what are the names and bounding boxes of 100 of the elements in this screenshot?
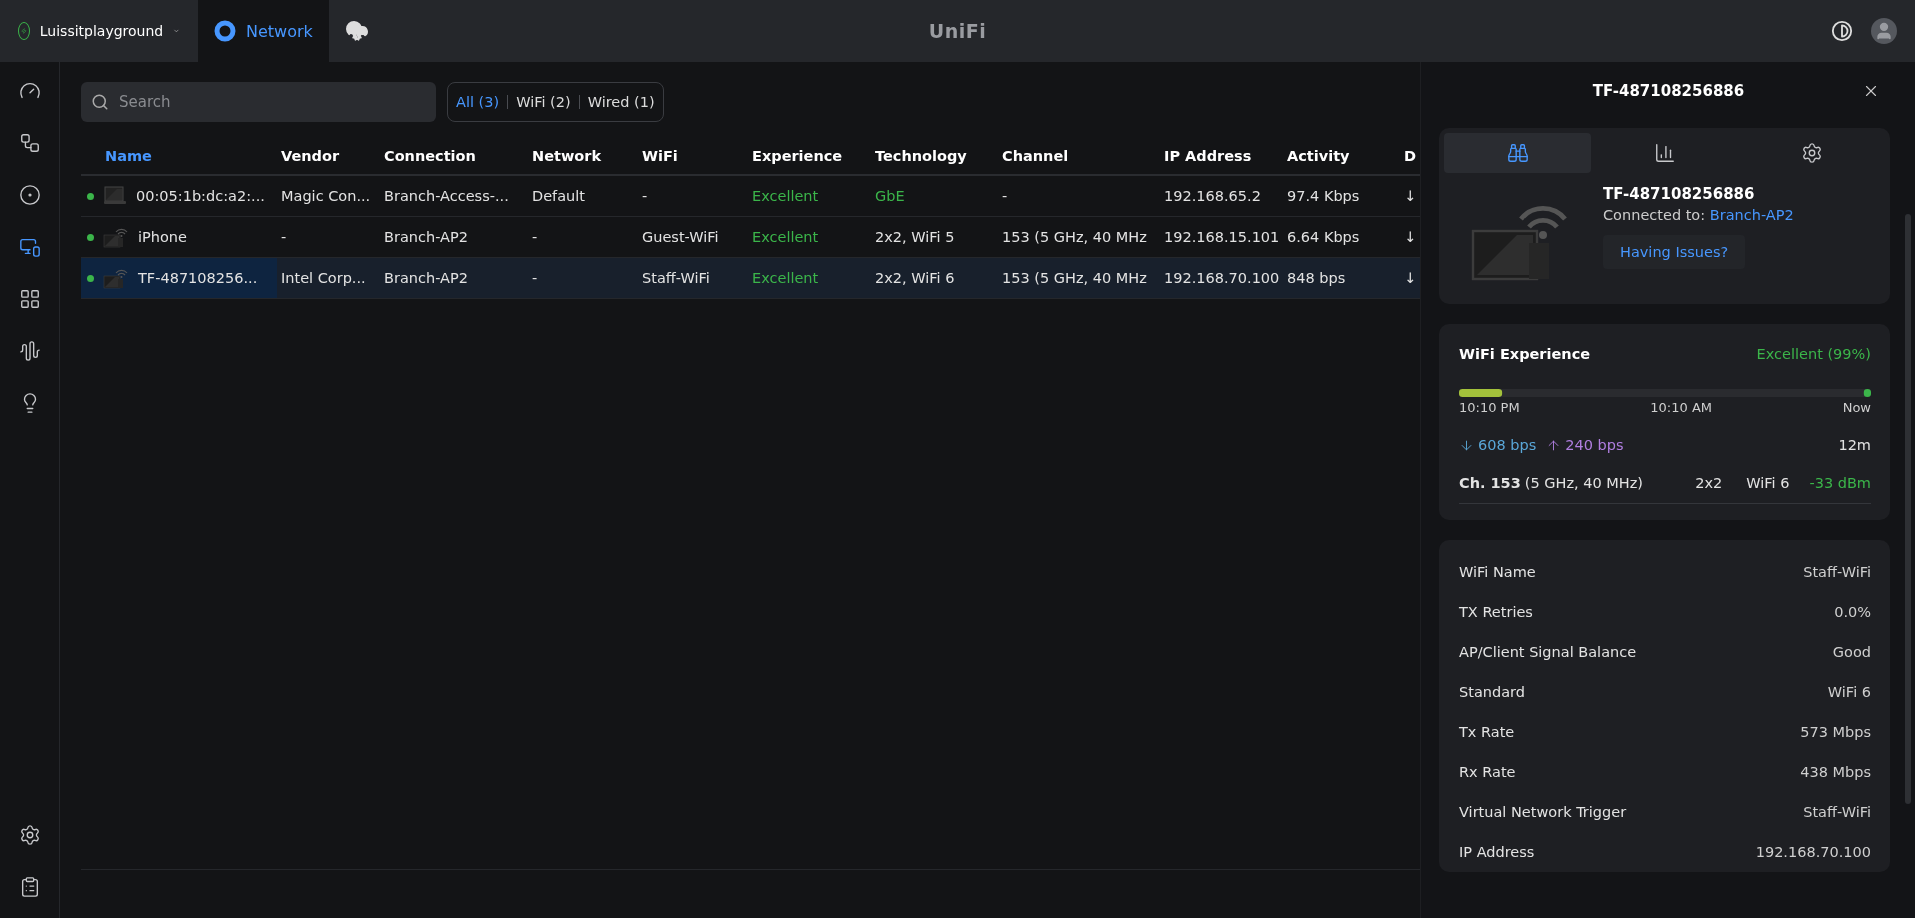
column-header[interactable]: IP Address: [1160, 148, 1283, 164]
table-cell: 97.4 Kbps: [1287, 188, 1360, 204]
detail-label: AP/Client Signal Balance: [1459, 644, 1637, 660]
table-cell: Default: [532, 188, 585, 204]
detail-value: Staff-WiFi: [1803, 564, 1871, 580]
contrast-icon[interactable]: [1831, 20, 1853, 42]
tablet-wifi-icon: [103, 267, 129, 289]
detail-label: Rx Rate: [1459, 764, 1516, 780]
connected-label: Connected to:: [1603, 207, 1706, 223]
table-cell: 2x2, WiFi 5: [875, 229, 955, 245]
stream-info: 2x2: [1695, 475, 1723, 491]
table-cell: Branch-AP2: [384, 229, 468, 245]
detail-value: 0.0%: [1834, 604, 1871, 620]
detail-value: WiFi 6: [1827, 684, 1871, 700]
column-header[interactable]: Technology: [871, 148, 998, 164]
column-header[interactable]: WiFi: [638, 148, 748, 164]
table-cell: Branch-Access-...: [384, 188, 509, 204]
table-cell: Intel Corp...: [281, 270, 366, 286]
table-cell: Staff-WiFi: [642, 270, 710, 286]
time-label: 10:10 AM: [1650, 400, 1713, 415]
table-cell: 192.168.70.100: [1164, 270, 1280, 286]
channel-info: Ch. 153 (5 GHz, 40 MHz): [1459, 475, 1643, 491]
experience-rating: Excellent (99%): [1756, 346, 1871, 362]
network-app-tab[interactable]: Network: [198, 0, 329, 62]
filter-tab[interactable]: Wired (1): [587, 94, 655, 110]
site-name[interactable]: Luissitplayground: [39, 23, 164, 39]
column-header[interactable]: Channel: [998, 148, 1160, 164]
detail-value: Staff-WiFi: [1803, 804, 1871, 820]
detail-label: Standard: [1459, 684, 1525, 700]
table-cell: 153 (5 GHz, 40 MHz: [1002, 229, 1147, 245]
column-header[interactable]: D: [1400, 148, 1420, 164]
search-field[interactable]: Search: [81, 82, 436, 122]
detail-label: Tx Rate: [1459, 724, 1515, 740]
table-cell: -: [532, 270, 538, 286]
grid-icon: [18, 288, 41, 310]
table-cell: GbE: [875, 188, 905, 204]
settings-icon: [1800, 142, 1823, 164]
search-icon: [91, 93, 109, 111]
table-cell: ↓: [1404, 270, 1417, 286]
column-header[interactable]: Experience: [748, 148, 871, 164]
monitor-icon: [103, 186, 127, 206]
panel-title: TF-487108256886: [1592, 82, 1745, 100]
column-header[interactable]: Connection: [380, 148, 528, 164]
table-cell: Magic Con...: [281, 188, 371, 204]
target-icon: [18, 184, 41, 206]
table-cell: iPhone: [138, 229, 187, 245]
detail-label: Virtual Network Trigger: [1459, 804, 1627, 820]
column-header[interactable]: Name: [81, 148, 277, 164]
topology-icon: [18, 132, 41, 154]
table-cell: TF-487108256...: [138, 270, 258, 286]
table-cell: Excellent: [752, 270, 819, 286]
device-name: TF-487108256886: [1603, 185, 1756, 203]
standard-info: WiFi 6: [1746, 475, 1790, 491]
table-cell: Excellent: [752, 188, 819, 204]
detail-value: 573 Mbps: [1800, 724, 1871, 740]
filter-tab[interactable]: All (3): [456, 94, 500, 110]
devices-icon: [18, 236, 41, 258]
filter-tab[interactable]: WiFi (2): [516, 94, 571, 110]
arrow-down-icon: [1459, 437, 1474, 453]
having-issues-button[interactable]: Having Issues?: [1603, 235, 1746, 269]
detail-label: IP Address: [1459, 844, 1535, 860]
avatar[interactable]: [1871, 18, 1897, 44]
duration: 12m: [1838, 437, 1871, 453]
signal-strength: -33 dBm: [1809, 475, 1871, 491]
detail-label: TX Retries: [1459, 604, 1533, 620]
table-cell: 6.64 Kbps: [1287, 229, 1360, 245]
column-header[interactable]: Vendor: [277, 148, 380, 164]
bar-chart-icon: [1653, 142, 1676, 164]
download-rate: 608 bps: [1459, 437, 1537, 453]
experience-title: WiFi Experience: [1459, 346, 1591, 362]
time-label: Now: [1842, 400, 1871, 415]
table-cell: Guest-WiFi: [642, 229, 719, 245]
panel-tab[interactable]: [1444, 133, 1591, 173]
scrollbar[interactable]: [1905, 214, 1911, 804]
detail-label: WiFi Name: [1459, 564, 1536, 580]
settings-icon: [18, 824, 41, 846]
table-row[interactable]: TF-487108256... Intel Corp... Branch-AP2 - Staff-WiFi Excellent 2x2, WiFi 6 153 (5 GHz, 40 MHz 192.168.70.100 848 bps ↓: [81, 258, 1420, 299]
table-cell: 00:05:1b:dc:a2:...: [136, 188, 265, 204]
table-cell: 2x2, WiFi 6: [875, 270, 955, 286]
table-cell: 192.168.15.101: [1164, 229, 1280, 245]
column-header[interactable]: Network: [528, 148, 638, 164]
ring-icon: [214, 20, 236, 42]
table-cell: -: [281, 229, 287, 245]
table-cell: Excellent: [752, 229, 819, 245]
detail-value: Good: [1832, 644, 1871, 660]
upload-rate: 240 bps: [1546, 437, 1624, 453]
table-cell: -: [642, 188, 648, 204]
tablet-wifi-icon: [103, 226, 129, 248]
table-cell: -: [1002, 188, 1008, 204]
column-header[interactable]: Activity: [1283, 148, 1400, 164]
brand-logo: UniFi: [928, 20, 987, 42]
ap-link[interactable]: Branch-AP2: [1709, 207, 1794, 223]
wave-icon: [18, 340, 41, 362]
detail-value: 192.168.70.100: [1755, 844, 1871, 860]
cloud-gear-icon: [344, 19, 369, 43]
binoculars-icon: [1506, 142, 1529, 164]
table-row[interactable]: 00:05:1b:dc:a2:... Magic Con... Branch-Access-... Default - Excellent GbE - 192.168.65.2 97.4 Kbps ↓: [81, 176, 1420, 217]
table-cell: Branch-AP2: [384, 270, 468, 286]
person-icon: [1874, 21, 1894, 41]
time-label: 10:10 PM: [1459, 400, 1520, 415]
